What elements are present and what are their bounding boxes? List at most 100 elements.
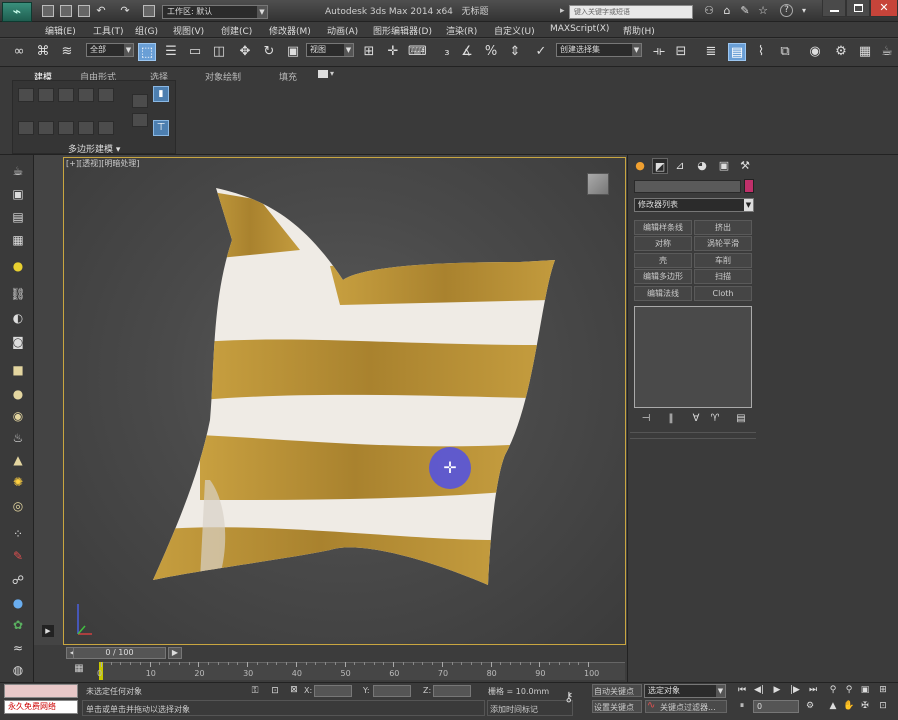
subscription-icon[interactable]: ⌂ bbox=[720, 4, 734, 18]
window-crossing-icon[interactable]: ◫ bbox=[210, 43, 228, 61]
ribbon-tool-2[interactable] bbox=[38, 88, 54, 102]
workspace-dropdown[interactable]: 工作区: 默认 ▼ bbox=[162, 5, 268, 19]
sphere-primitive-icon[interactable]: ● bbox=[9, 386, 27, 402]
zoom-extents-all-icon[interactable]: ⊞ bbox=[876, 684, 890, 696]
help-icon[interactable]: ? bbox=[780, 4, 793, 17]
utilities-tab-icon[interactable]: ⚒ bbox=[737, 158, 753, 174]
remove-modifier-icon[interactable]: ♈ bbox=[707, 412, 723, 426]
next-key-icon[interactable]: |▶ bbox=[788, 684, 802, 696]
maximize-viewport-icon[interactable]: ⊡ bbox=[876, 700, 890, 712]
select-manipulate-icon[interactable]: ✛ bbox=[384, 43, 402, 61]
image-icon[interactable]: ▣ bbox=[9, 186, 27, 202]
pillow-model[interactable] bbox=[140, 180, 580, 600]
viewport-view-label[interactable]: [透视] bbox=[79, 159, 101, 168]
material-editor-icon[interactable]: ◉ bbox=[806, 43, 824, 61]
mirror-icon[interactable]: ⟛ bbox=[650, 43, 668, 61]
open-file-icon[interactable] bbox=[60, 5, 72, 17]
z-coord-field[interactable] bbox=[433, 685, 471, 697]
percent-snap-icon[interactable]: % bbox=[482, 43, 500, 61]
edit-named-selection-icon[interactable]: ✓ bbox=[532, 43, 550, 61]
object-color-swatch[interactable] bbox=[744, 179, 754, 193]
menu-customize[interactable]: 自定义(U) bbox=[494, 24, 535, 37]
doc-icon[interactable]: ▤ bbox=[9, 209, 27, 225]
curve-editor-icon[interactable]: ⌇ bbox=[752, 43, 770, 61]
hierarchy-tab-icon[interactable]: ⊿ bbox=[672, 158, 688, 174]
menu-tools[interactable]: 工具(T) bbox=[93, 24, 124, 37]
time-config-icon[interactable]: ⚙ bbox=[803, 700, 817, 712]
angle-snap-icon[interactable]: ∡ bbox=[458, 43, 476, 61]
modifier-button-sweep[interactable]: 扫描 bbox=[694, 269, 752, 284]
favorites-star-icon[interactable]: ☆ bbox=[756, 4, 770, 18]
geosphere-primitive-icon[interactable]: ◉ bbox=[9, 408, 27, 424]
y-coord-field[interactable] bbox=[373, 685, 411, 697]
modifier-button-cloth[interactable]: Cloth bbox=[694, 286, 752, 301]
viewcube[interactable] bbox=[587, 173, 609, 195]
ribbon-tool-10[interactable] bbox=[98, 121, 114, 135]
menu-animation[interactable]: 动画(A) bbox=[327, 24, 358, 37]
box-primitive-icon[interactable]: ■ bbox=[9, 362, 27, 378]
rendered-frame-window-icon[interactable]: ▦ bbox=[856, 43, 874, 61]
goto-end-icon[interactable]: ⏭ bbox=[806, 684, 820, 696]
modify-tab-icon[interactable]: ◩ bbox=[652, 158, 668, 174]
selection-filter-dropdown[interactable]: 全部 ▼ bbox=[86, 43, 134, 57]
teapot-primitive-icon[interactable]: ♨ bbox=[9, 430, 27, 446]
ribbon-tool-12[interactable] bbox=[132, 113, 148, 127]
globe-icon[interactable]: ◍ bbox=[9, 662, 27, 678]
ribbon-options-chevron-icon[interactable]: ▾ bbox=[330, 69, 334, 78]
ribbon-options-icon[interactable] bbox=[318, 70, 328, 78]
zoom-icon[interactable]: ⚲ bbox=[826, 684, 840, 696]
align-icon[interactable]: ⊟ bbox=[672, 43, 690, 61]
save-file-icon[interactable] bbox=[78, 5, 90, 17]
select-and-rotate-icon[interactable]: ↻ bbox=[260, 43, 278, 61]
relative-absolute-icon[interactable]: ⊡ bbox=[268, 685, 282, 697]
viewport-menu-plus[interactable]: [+] bbox=[66, 159, 79, 168]
spinner-snap-icon[interactable]: ⇕ bbox=[506, 43, 524, 61]
layer-manager-icon[interactable]: ≣ bbox=[702, 43, 720, 61]
track-bar-icon[interactable]: ▦ bbox=[72, 663, 86, 677]
modifier-button-turbosmooth[interactable]: 涡轮平滑 bbox=[694, 236, 752, 251]
modifier-stack-view[interactable] bbox=[634, 306, 752, 408]
menu-graph-editors[interactable]: 图形编辑器(D) bbox=[373, 24, 432, 37]
bone-icon[interactable]: ☍ bbox=[9, 572, 27, 588]
create-tab-icon[interactable]: ● bbox=[632, 158, 648, 174]
keyboard-shortcut-override-icon[interactable]: ⌨ bbox=[408, 43, 427, 61]
menu-create[interactable]: 创建(C) bbox=[221, 24, 252, 37]
modifier-button-shell[interactable]: 壳 bbox=[634, 253, 692, 268]
chain-icon[interactable]: ⛓ bbox=[9, 286, 27, 302]
ribbon-tool-3[interactable] bbox=[58, 88, 74, 102]
modifier-button-symmetry[interactable]: 对称 bbox=[634, 236, 692, 251]
field-of-view-icon[interactable]: ▲ bbox=[826, 700, 840, 712]
ribbon-tool-6[interactable] bbox=[18, 121, 34, 135]
torus-primitive-icon[interactable]: ◎ bbox=[9, 498, 27, 514]
current-frame-field[interactable]: 0 bbox=[753, 700, 799, 713]
modifier-button-edit-spline[interactable]: 编辑样条线 bbox=[634, 220, 692, 235]
key-mode-icon[interactable]: ⏸ bbox=[735, 700, 749, 712]
cone-primitive-icon[interactable]: ▲ bbox=[9, 452, 27, 468]
close-button[interactable]: ✕ bbox=[870, 0, 898, 17]
search-input[interactable]: 键入关键字或短语 bbox=[569, 5, 693, 19]
render-production-icon[interactable]: ☕ bbox=[878, 43, 896, 61]
teapot-icon[interactable]: ☕ bbox=[9, 163, 27, 179]
show-end-result-icon[interactable]: ‖ bbox=[663, 412, 679, 426]
menu-group[interactable]: 组(G) bbox=[135, 24, 158, 37]
new-file-icon[interactable] bbox=[42, 5, 54, 17]
next-frame-arrow-icon[interactable]: ▶ bbox=[168, 647, 182, 659]
key-icon[interactable]: ⚷ bbox=[564, 690, 574, 705]
orbit-icon[interactable]: ✠ bbox=[858, 700, 872, 712]
zoom-extents-icon[interactable]: ▣ bbox=[858, 684, 872, 696]
modifier-button-extrude[interactable]: 挤出 bbox=[694, 220, 752, 235]
unlink-icon[interactable]: ⌘ bbox=[34, 43, 52, 61]
lock-selection-icon[interactable]: ⚿ bbox=[248, 685, 262, 697]
make-unique-icon[interactable]: ∀ bbox=[688, 412, 704, 426]
object-name-field[interactable] bbox=[634, 180, 741, 193]
ribbon-tool-5[interactable] bbox=[98, 88, 114, 102]
selected-dropdown[interactable]: 选定对象 ▼ bbox=[644, 684, 726, 698]
motion-tab-icon[interactable]: ◕ bbox=[694, 158, 710, 174]
rectangular-selection-icon[interactable]: ▭ bbox=[186, 43, 204, 61]
transform-type-in-icon[interactable]: ⊠ bbox=[287, 684, 301, 696]
sun-light-icon[interactable]: ✺ bbox=[9, 474, 27, 490]
pin-stack-icon[interactable]: ⊣ bbox=[638, 412, 654, 426]
configure-modifier-sets-icon[interactable]: ▤ bbox=[733, 412, 749, 426]
binoculars-icon[interactable]: ⚇ bbox=[702, 4, 716, 18]
minimize-button[interactable] bbox=[822, 0, 846, 17]
